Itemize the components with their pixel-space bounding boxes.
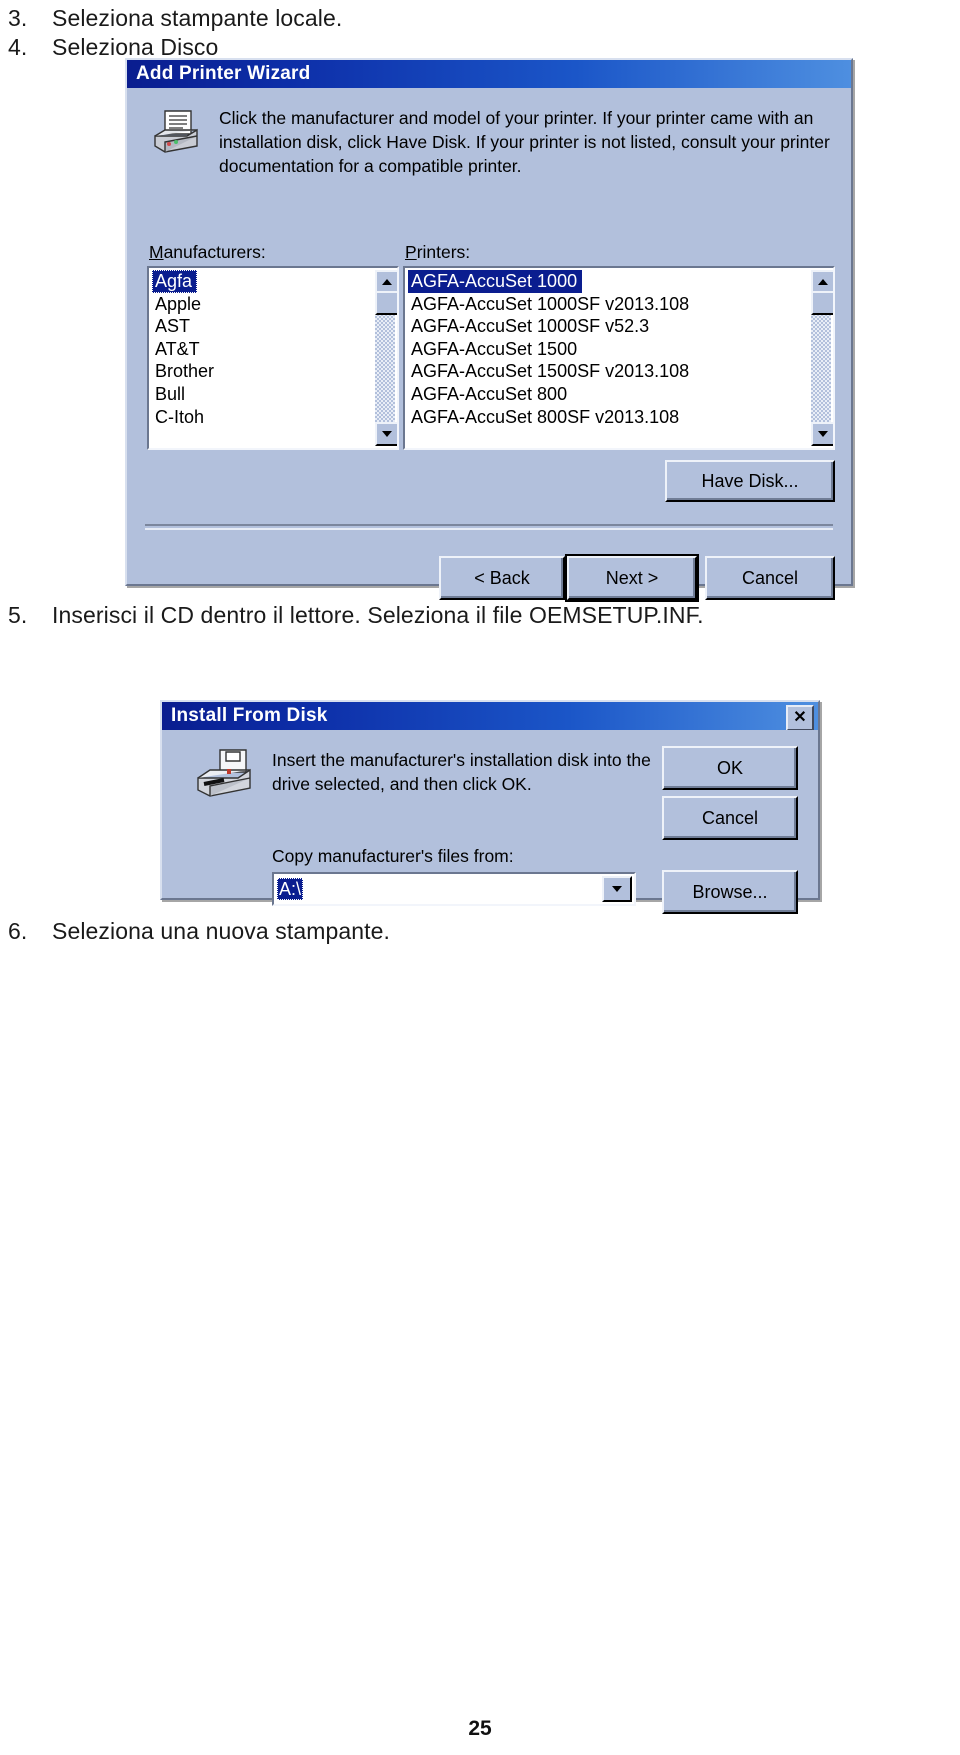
ifd-message: Insert the manufacturer's installation d… [272, 750, 651, 794]
manufacturers-label: Manufacturers: [149, 242, 266, 262]
manufacturers-label-rest: anufacturers: [163, 242, 266, 262]
back-button[interactable]: < Back [439, 556, 565, 600]
step-3-number: 3. [8, 5, 28, 31]
step-5-text: Inserisci il CD dentro il lettore. Selez… [52, 602, 704, 628]
printers-scrollbar[interactable] [811, 270, 833, 446]
doc-step-3: 3. Seleziona stampante locale. [0, 3, 700, 33]
printer-item-accuset-1500[interactable]: AGFA-AccuSet 1500 [408, 338, 811, 361]
page-number: 25 [468, 1717, 492, 1740]
have-disk-button[interactable]: Have Disk... [665, 460, 835, 502]
install-from-disk-dialog[interactable]: Install From Disk ✕ Insert the manufactu… [160, 700, 820, 914]
next-button[interactable]: Next > [565, 554, 699, 602]
printers-label-rest: rinters: [416, 242, 471, 262]
back-button-label: < Back [474, 567, 530, 588]
path-combobox[interactable]: A:\ [272, 872, 636, 906]
ifd-title-text: Install From Disk [171, 705, 328, 726]
printer-item-accuset-1500sf-v2013[interactable]: AGFA-AccuSet 1500SF v2013.108 [408, 360, 811, 383]
manufacturer-item-citoh[interactable]: C-Itoh [152, 406, 375, 429]
close-glyph: ✕ [793, 709, 807, 726]
step-4-number: 4. [8, 34, 28, 60]
wizard-body: Click the manufacturer and model of your… [127, 88, 851, 602]
wizard-instruction-text: Click the manufacturer and model of your… [219, 108, 830, 176]
ifd-body: Insert the manufacturer's installation d… [162, 730, 818, 914]
printers-scroll-down-button[interactable] [811, 422, 833, 446]
path-value: A:\ [277, 878, 304, 900]
wizard-cancel-button-label: Cancel [741, 567, 799, 588]
manufacturers-scroll-down-button[interactable] [375, 422, 397, 446]
chevron-up-icon [382, 279, 392, 285]
manufacturer-item-brother[interactable]: Brother [152, 360, 375, 383]
manufacturer-item-apple[interactable]: Apple [152, 293, 375, 316]
ifd-cancel-button-label: Cancel [701, 807, 759, 828]
copy-from-label: Copy manufacturer's files from: [272, 846, 514, 866]
ifd-title-bar[interactable]: Install From Disk ✕ [162, 702, 818, 731]
manufacturers-items[interactable]: Agfa Apple AST AT&T Brother Bull C-Itoh [152, 270, 375, 448]
doc-step-5: 5. Inserisci il CD dentro il lettore. Se… [0, 600, 940, 630]
manufacturers-scrollbar[interactable] [375, 270, 397, 446]
printer-icon [147, 108, 203, 162]
printers-scroll-thumb[interactable] [811, 291, 833, 315]
ok-button[interactable]: OK [662, 746, 798, 790]
printers-listbox[interactable]: AGFA-AccuSet 1000 AGFA-AccuSet 1000SF v2… [403, 266, 835, 450]
manufacturers-listbox[interactable]: Agfa Apple AST AT&T Brother Bull C-Itoh [147, 266, 399, 450]
ifd-cancel-button[interactable]: Cancel [662, 796, 798, 840]
chevron-down-glyph [612, 886, 622, 892]
manufacturer-item-agfa[interactable]: Agfa [152, 270, 198, 293]
chevron-down-icon [382, 431, 392, 437]
step-6-number: 6. [8, 918, 28, 944]
chevron-down-icon [818, 431, 828, 437]
chevron-up-icon [818, 279, 828, 285]
manufacturers-scroll-thumb[interactable] [375, 291, 397, 315]
manufacturer-item-bull[interactable]: Bull [152, 383, 375, 406]
wizard-instruction-area: Click the manufacturer and model of your… [147, 106, 843, 178]
browse-button[interactable]: Browse... [662, 870, 798, 914]
printer-item-accuset-1000[interactable]: AGFA-AccuSet 1000 [408, 270, 583, 293]
close-icon[interactable]: ✕ [786, 705, 814, 731]
printer-item-accuset-1000sf-v52[interactable]: AGFA-AccuSet 1000SF v52.3 [408, 315, 811, 338]
have-disk-button-label: Have Disk... [701, 470, 799, 491]
wizard-cancel-button[interactable]: Cancel [705, 556, 835, 600]
wizard-separator [145, 524, 833, 530]
manufacturer-item-ast[interactable]: AST [152, 315, 375, 338]
ok-button-label: OK [716, 757, 743, 778]
doc-step-6: 6. Seleziona una nuova stampante. [0, 916, 700, 946]
printer-item-accuset-800sf-v2013[interactable]: AGFA-AccuSet 800SF v2013.108 [408, 406, 811, 429]
chevron-down-icon[interactable] [602, 876, 632, 902]
wizard-title-text: Add Printer Wizard [136, 63, 311, 84]
browse-button-label: Browse... [692, 881, 768, 902]
step-3-text: Seleziona stampante locale. [52, 5, 343, 31]
step-5-number: 5. [8, 602, 28, 628]
wizard-title-bar[interactable]: Add Printer Wizard [127, 60, 851, 88]
step-6-text: Seleziona una nuova stampante. [52, 918, 391, 944]
manufacturer-item-att[interactable]: AT&T [152, 338, 375, 361]
next-button-label: Next > [605, 567, 659, 588]
printer-item-accuset-1000sf-v2013[interactable]: AGFA-AccuSet 1000SF v2013.108 [408, 293, 811, 316]
printers-items[interactable]: AGFA-AccuSet 1000 AGFA-AccuSet 1000SF v2… [408, 270, 811, 448]
add-printer-wizard-dialog[interactable]: Add Printer Wizard Click the manufacture [125, 58, 853, 602]
printers-label: Printers: [405, 242, 471, 262]
printer-item-accuset-800[interactable]: AGFA-AccuSet 800 [408, 383, 811, 406]
floppy-drive-icon [194, 748, 256, 800]
